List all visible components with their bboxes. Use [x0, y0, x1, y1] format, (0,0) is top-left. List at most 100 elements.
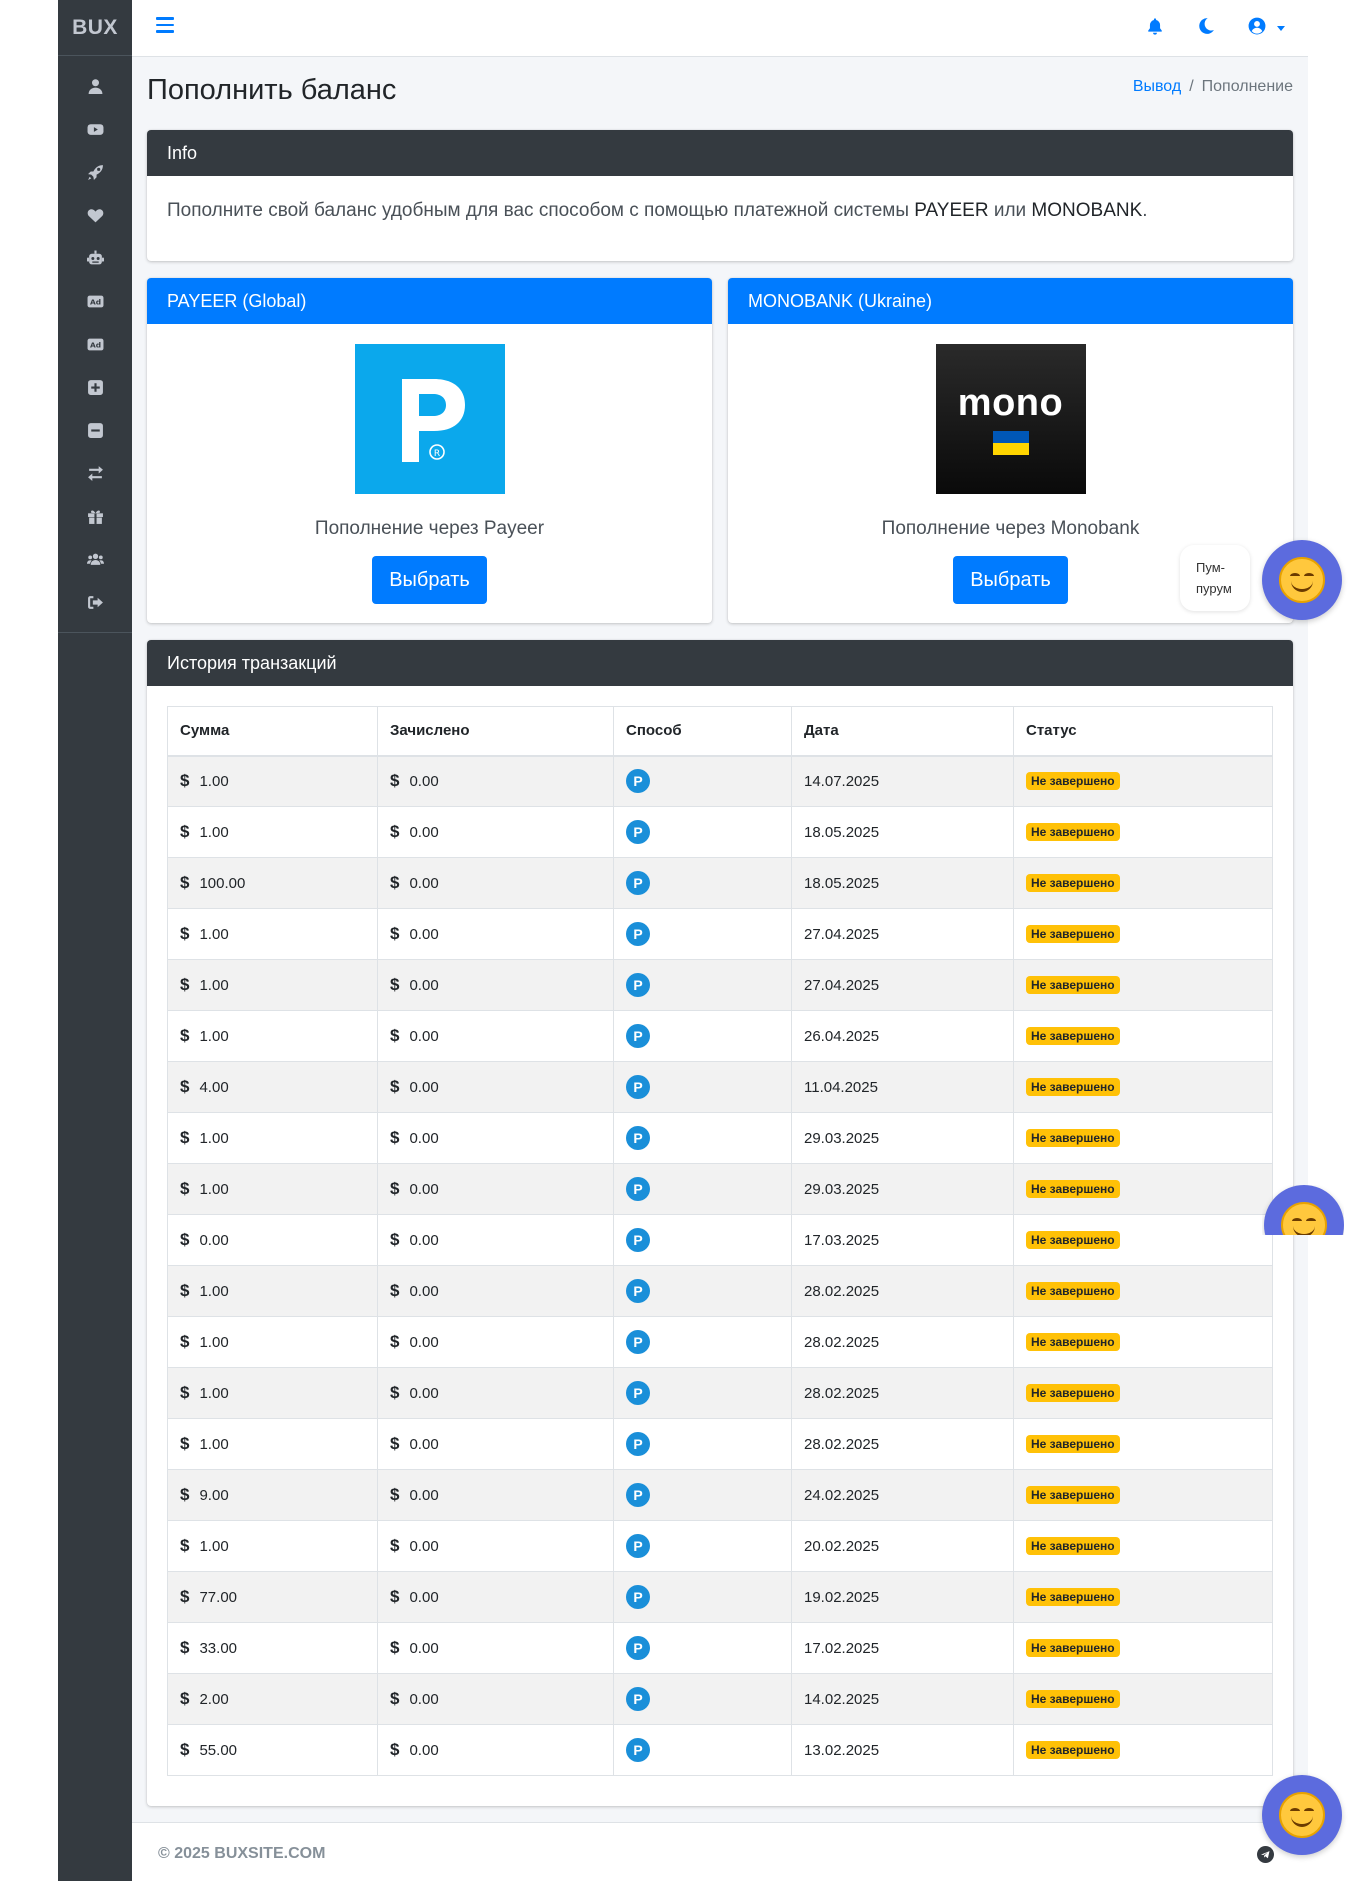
payeer-badge-icon: P — [626, 1738, 650, 1762]
credited-cell: $0.00 — [377, 1316, 614, 1368]
status-cell: Не завершено — [1013, 1010, 1273, 1062]
credited-cell: $0.00 — [377, 908, 614, 960]
credited-cell: $0.00 — [377, 1469, 614, 1521]
status-badge: Не завершено — [1026, 1690, 1120, 1708]
breadcrumb-link-withdraw[interactable]: Вывод — [1133, 78, 1181, 95]
method-cell: P — [613, 1214, 792, 1266]
column-header-amount: Сумма — [167, 706, 378, 757]
table-row: $2.00 $0.00 P 14.02.2025 Не завершено — [167, 1673, 1273, 1725]
dollar-icon: $ — [180, 1230, 190, 1249]
sidebar-item-exchange[interactable] — [58, 452, 132, 495]
sidebar-item-withdraw[interactable] — [58, 409, 132, 452]
dollar-icon: $ — [390, 1281, 400, 1300]
credited-cell: $0.00 — [377, 1520, 614, 1572]
chat-widget-button[interactable] — [1262, 540, 1342, 620]
menu-toggle-icon[interactable] — [156, 17, 174, 35]
payeer-card: PAYEER (Global) R Пополнение через Payee… — [147, 278, 712, 623]
content-wrapper: Пополнить баланс Вывод / Пополнение Info П… — [132, 0, 1308, 1881]
sidebar-item-bonus[interactable] — [58, 495, 132, 538]
method-cell: P — [613, 1622, 792, 1674]
method-cell: P — [613, 1724, 792, 1776]
payeer-badge-icon: P — [626, 1432, 650, 1456]
bell-icon[interactable] — [1146, 17, 1166, 37]
payeer-badge-icon: P — [626, 1279, 650, 1303]
status-cell: Не завершено — [1013, 1112, 1273, 1164]
dollar-icon: $ — [180, 771, 190, 791]
method-cell: P — [613, 1367, 792, 1419]
telegram-icon[interactable] — [1257, 1846, 1274, 1863]
sidebar-item-likes[interactable] — [58, 194, 132, 237]
amount-cell: $0.00 — [167, 1214, 378, 1266]
status-cell: Не завершено — [1013, 755, 1273, 807]
status-badge: Не завершено — [1026, 1180, 1120, 1198]
top-navbar — [132, 0, 1308, 57]
page-header: Пополнить баланс Вывод / Пополнение — [147, 74, 1293, 114]
credited-cell: $0.00 — [377, 1061, 614, 1113]
chat-widget-button-3[interactable] — [1262, 1775, 1342, 1855]
status-badge: Не завершено — [1026, 925, 1120, 943]
date-cell: 24.02.2025 — [791, 1469, 1014, 1521]
status-cell: Не завершено — [1013, 1418, 1273, 1470]
chat-bubble[interactable]: Пум- пурум — [1180, 545, 1250, 611]
method-cell: P — [613, 755, 792, 807]
sidebar-item-deposit[interactable] — [58, 366, 132, 409]
amount-cell: $55.00 — [167, 1724, 378, 1776]
credited-cell: $0.00 — [377, 1724, 614, 1776]
method-cell: P — [613, 857, 792, 909]
select-monobank-button[interactable]: Выбрать — [953, 556, 1068, 604]
dollar-icon: $ — [180, 1281, 190, 1300]
user-menu-caret-icon[interactable] — [1277, 26, 1285, 31]
status-cell: Не завершено — [1013, 1469, 1273, 1521]
monobank-logo: mono — [935, 344, 1086, 494]
chat-widget-button-2[interactable] — [1264, 1185, 1344, 1235]
payeer-logo: R — [354, 344, 505, 494]
dollar-icon: $ — [180, 1128, 190, 1147]
date-cell: 17.03.2025 — [791, 1214, 1014, 1266]
amount-cell: $9.00 — [167, 1469, 378, 1521]
sidebar-item-youtube[interactable] — [58, 108, 132, 151]
sidebar-item-referrals[interactable] — [58, 538, 132, 581]
brand-logo[interactable]: BUX — [58, 0, 132, 56]
dollar-icon: $ — [390, 822, 400, 841]
table-row: $1.00 $0.00 P 28.02.2025 Не завершено — [167, 1367, 1273, 1419]
history-table-header-row: Сумма Зачислено Способ Дата Статус — [167, 706, 1273, 757]
select-payeer-button[interactable]: Выбрать — [372, 556, 487, 604]
amount-cell: $1.00 — [167, 1010, 378, 1062]
column-header-date: Дата — [791, 706, 1014, 757]
date-cell: 20.02.2025 — [791, 1520, 1014, 1572]
dollar-icon: $ — [180, 1536, 190, 1555]
history-table: Сумма Зачислено Способ Дата Статус $1.00… — [167, 706, 1273, 1776]
status-badge: Не завершено — [1026, 1333, 1120, 1351]
dark-mode-icon[interactable] — [1197, 17, 1217, 37]
svg-text:Ad: Ad — [89, 298, 100, 307]
minus-square-icon — [87, 423, 103, 438]
payeer-badge-icon: P — [626, 1024, 650, 1048]
table-row: $55.00 $0.00 P 13.02.2025 Не завершено — [167, 1724, 1273, 1776]
payeer-badge-icon: P — [626, 1585, 650, 1609]
column-header-credited: Зачислено — [377, 706, 614, 757]
status-cell: Не завершено — [1013, 1163, 1273, 1215]
sidebar-item-boost[interactable] — [58, 151, 132, 194]
sidebar-item-ads-1[interactable]: Ad — [58, 280, 132, 323]
amount-cell: $1.00 — [167, 1112, 378, 1164]
sidebar-item-ads-2[interactable]: Ad — [58, 323, 132, 366]
table-row: $1.00 $0.00 P 18.05.2025 Не завершено — [167, 806, 1273, 858]
amount-cell: $2.00 — [167, 1673, 378, 1725]
dollar-icon: $ — [180, 1026, 190, 1045]
sidebar-item-logout[interactable] — [58, 581, 132, 624]
user-menu-icon[interactable] — [1248, 17, 1268, 37]
status-badge: Не завершено — [1026, 1027, 1120, 1045]
status-badge: Не завершено — [1026, 1435, 1120, 1453]
date-cell: 26.04.2025 — [791, 1010, 1014, 1062]
breadcrumb: Вывод / Пополнение — [1133, 78, 1293, 96]
payeer-card-body: R Пополнение через Payeer Выбрать — [147, 324, 712, 604]
table-row: $9.00 $0.00 P 24.02.2025 Не завершено — [167, 1469, 1273, 1521]
sidebar-item-bot[interactable] — [58, 237, 132, 280]
sidebar-item-profile[interactable] — [58, 65, 132, 108]
payeer-badge-icon: P — [626, 1687, 650, 1711]
table-row: $1.00 $0.00 P 29.03.2025 Не завершено — [167, 1112, 1273, 1164]
column-header-status: Статус — [1013, 706, 1273, 757]
date-cell: 29.03.2025 — [791, 1163, 1014, 1215]
table-row: $1.00 $0.00 P 28.02.2025 Не завершено — [167, 1316, 1273, 1368]
status-badge: Не завершено — [1026, 1486, 1120, 1504]
